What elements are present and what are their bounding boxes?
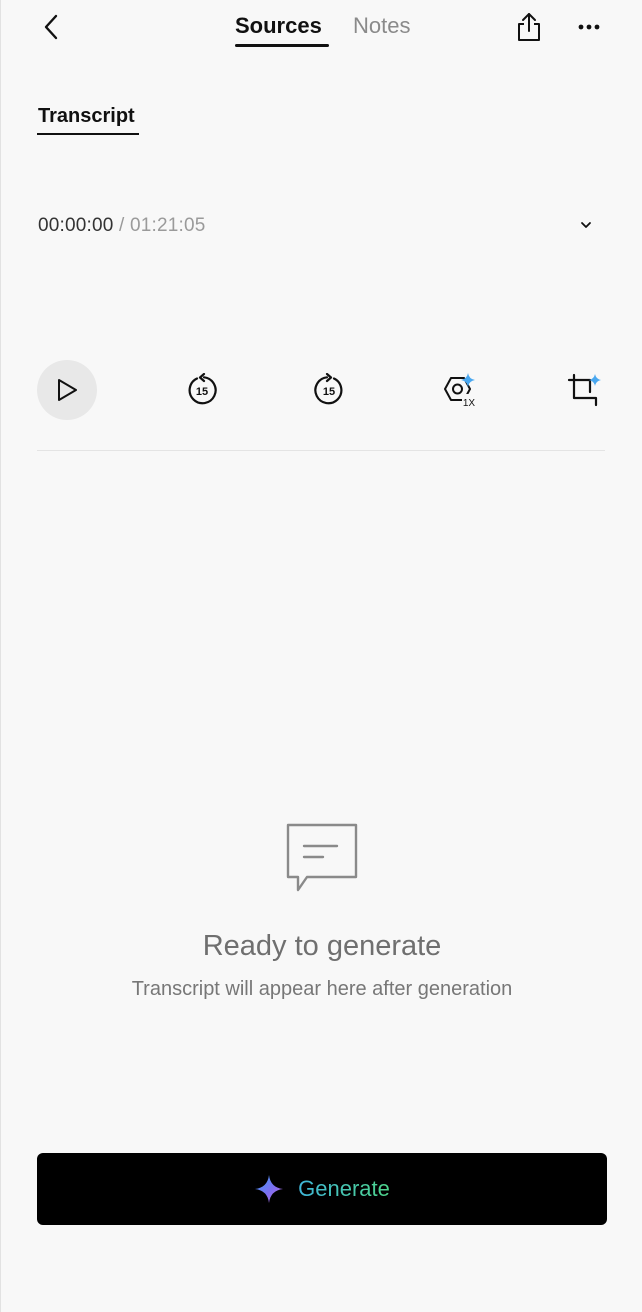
back-button[interactable] (37, 12, 65, 42)
generate-button[interactable]: Generate (37, 1153, 607, 1225)
divider (37, 450, 605, 451)
crop-icon (567, 373, 601, 407)
expand-button[interactable] (575, 214, 597, 236)
more-button[interactable] (575, 14, 603, 40)
tab-notes[interactable]: Notes (353, 12, 410, 40)
speed-icon: 1X (444, 373, 478, 409)
time-display: 00:00:00 / 01:21:05 (38, 214, 206, 238)
empty-state-title: Ready to generate (202, 930, 442, 962)
time-separator: / (113, 215, 130, 236)
subtab-transcript[interactable]: Transcript (38, 104, 135, 128)
crop-button[interactable] (554, 360, 614, 420)
play-icon (58, 379, 77, 401)
share-button[interactable] (513, 10, 545, 44)
total-time: 01:21:05 (130, 215, 206, 236)
forward-15-icon: 15 (314, 373, 343, 405)
subtab-indicator (37, 133, 139, 135)
message-icon (286, 823, 358, 892)
svg-text:15: 15 (196, 386, 208, 398)
tab-sources[interactable]: Sources (235, 12, 322, 40)
current-time: 00:00:00 (38, 215, 114, 236)
empty-state-subtitle: Transcript will appear here after genera… (131, 978, 513, 1000)
svg-text:15: 15 (323, 386, 335, 398)
rewind-15-button[interactable]: 15 (172, 360, 232, 420)
chevron-left-icon (44, 14, 58, 40)
sparkle-icon (255, 1175, 284, 1203)
more-horizontal-icon (578, 24, 600, 30)
play-button[interactable] (37, 360, 97, 420)
forward-15-button[interactable]: 15 (299, 360, 359, 420)
speed-button[interactable]: 1X (428, 360, 488, 420)
screen: Sources Notes Transcript 00:00:00 / 01:2… (0, 0, 642, 1312)
share-icon (518, 13, 540, 41)
generate-label: Generate (298, 1176, 390, 1201)
active-tab-indicator (235, 44, 329, 47)
rewind-15-icon: 15 (188, 373, 217, 405)
chevron-down-icon (581, 222, 591, 228)
speed-label: 1X (463, 398, 476, 409)
